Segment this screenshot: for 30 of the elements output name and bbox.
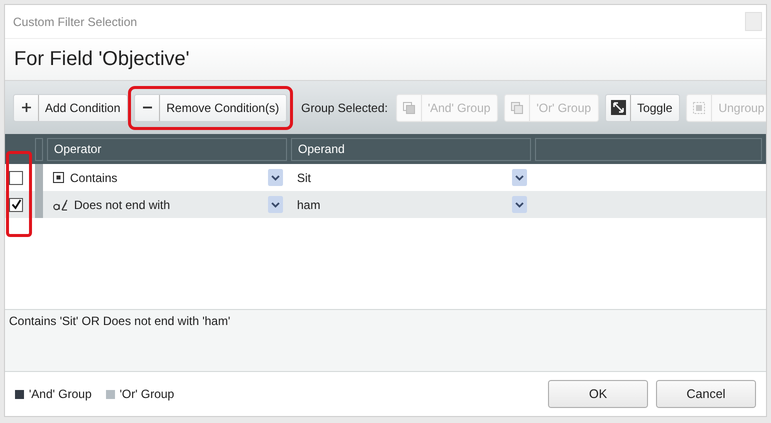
toggle-icon: [610, 100, 626, 115]
group-icon: [402, 102, 415, 114]
dialog-button[interactable]: Cancel: [656, 380, 756, 408]
dropdown-button[interactable]: [268, 196, 283, 213]
dropdown-button[interactable]: [268, 169, 283, 186]
operand-value: Sit: [297, 170, 312, 184]
column-header[interactable]: Operator: [47, 138, 287, 160]
toolbar-button[interactable]: Remove Condition(s): [134, 94, 288, 122]
operator-value: Contains: [70, 170, 118, 184]
dialog-heading: For Field 'Objective': [14, 48, 190, 71]
column-header: [35, 138, 43, 160]
checkbox[interactable]: [9, 198, 23, 212]
ungroup-icon: [693, 102, 706, 114]
dropdown-button[interactable]: [512, 169, 527, 186]
legend-label: 'Or' Group: [120, 387, 174, 401]
group-label: Group Selected:: [301, 100, 388, 114]
toolbar-button[interactable]: Toggle: [605, 94, 680, 122]
group-icon: [511, 102, 524, 114]
column-header[interactable]: Operand: [291, 138, 531, 160]
filter-summary: Contains 'Sit' OR Does not end with 'ham': [9, 314, 230, 328]
toolbar-button[interactable]: Add Condition: [13, 94, 128, 122]
dialog-button[interactable]: OK: [548, 380, 648, 408]
window-title: Custom Filter Selection: [13, 14, 138, 28]
plus-icon: [22, 103, 30, 112]
checkbox[interactable]: [9, 170, 23, 184]
operator-value: Does not end with: [74, 198, 172, 212]
dropdown-button[interactable]: [512, 196, 527, 213]
strikethrough-letters-icon: [53, 198, 68, 210]
operand-value: ham: [297, 198, 322, 212]
legend-label: 'And' Group: [29, 387, 92, 401]
